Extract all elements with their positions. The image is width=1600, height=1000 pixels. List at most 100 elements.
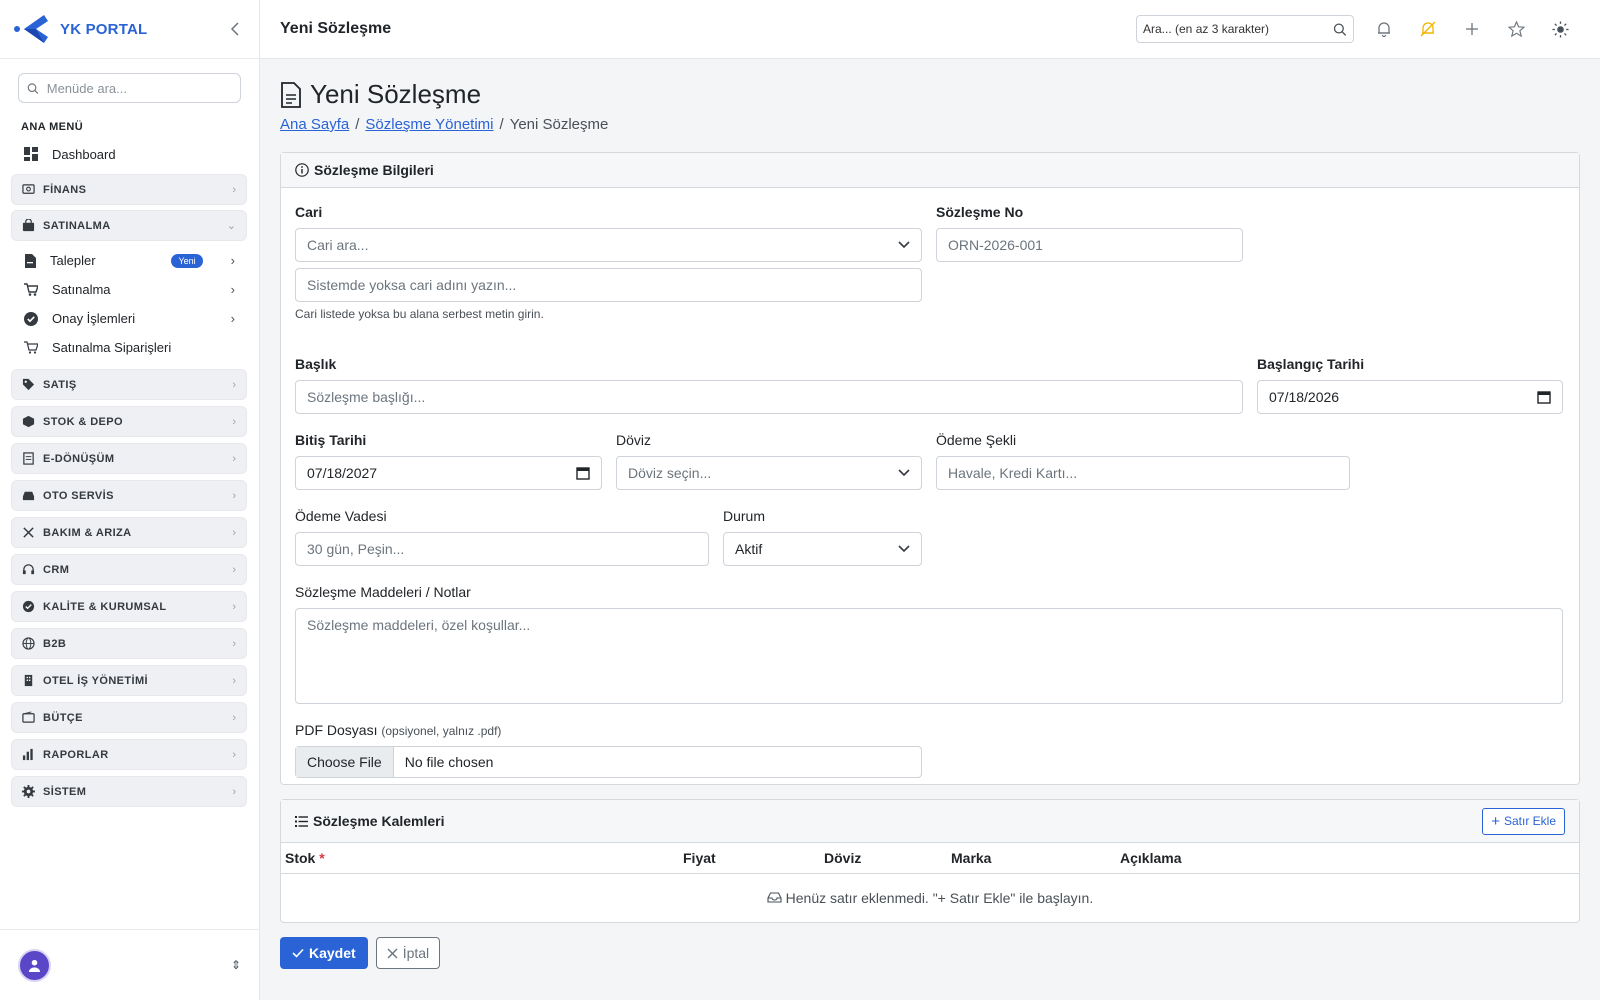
sidebar-group-stok-depo[interactable]: STOK & DEPO › — [11, 406, 247, 437]
chevron-down-icon — [898, 469, 910, 477]
sidebar-group-raporlar[interactable]: RAPORLAR › — [11, 739, 247, 770]
card-title: Sözleşme Kalemleri — [313, 813, 445, 829]
chevron-right-icon: › — [232, 785, 236, 798]
pdf-label-sub: (opsiyonel, yalnız .pdf) — [381, 724, 502, 738]
sidebar-item-siparisler[interactable]: Satınalma Siparişleri — [0, 333, 259, 362]
sidebar-group-b-t-e[interactable]: BÜTÇE › — [11, 702, 247, 733]
bell-icon — [1378, 22, 1390, 37]
required-mark: * — [319, 850, 325, 866]
sidebar-group-si-stem[interactable]: SİSTEM › — [11, 776, 247, 807]
contract-no-placeholder: ORN-2026-001 — [948, 237, 1043, 253]
card-header: Sözleşme Kalemleri + Satır Ekle — [281, 800, 1579, 843]
chevron-right-icon: › — [232, 378, 236, 391]
calendar-icon[interactable] — [576, 466, 590, 480]
calendar-icon[interactable] — [1537, 390, 1551, 404]
menu-search-input[interactable] — [46, 80, 232, 96]
sidebar-group-satinalma[interactable]: SATINALMA ⌄ — [11, 210, 247, 241]
muted-alerts-button[interactable] — [1408, 21, 1448, 37]
sidebar-item-label: Dashboard — [52, 146, 116, 162]
start-date-input[interactable]: 07/18/2026 — [1257, 380, 1563, 414]
search-icon[interactable] — [1333, 22, 1347, 37]
chevron-right-icon: › — [232, 526, 236, 539]
expand-user-menu-icon[interactable]: ⇕ — [231, 958, 241, 972]
chevron-down-icon: ⌄ — [226, 220, 236, 232]
sidebar-group-otel-i-y-neti-mi-[interactable]: OTEL İŞ YÖNETİMİ › — [11, 665, 247, 696]
empty-message: Henüz satır eklenmedi. "+ Satır Ekle" il… — [281, 874, 1579, 923]
cancel-button[interactable]: İptal — [375, 937, 441, 969]
chevron-down-icon — [898, 241, 910, 249]
status-select[interactable]: Aktif — [723, 532, 922, 566]
start-date-field: Başlangıç Tarihi 07/18/2026 — [1257, 356, 1563, 414]
sidebar-item-satinalma[interactable]: Satınalma › — [0, 275, 259, 304]
sidebar-group-finans[interactable]: FİNANS › — [11, 174, 247, 205]
cari-free-text-input[interactable]: Sistemde yoksa cari adını yazın... — [295, 268, 922, 302]
sidebar-item-onay[interactable]: Onay İşlemleri › — [0, 304, 259, 333]
menu-search — [18, 73, 241, 103]
logo-icon — [14, 15, 48, 43]
sidebar-item-label: Onay İşlemleri — [52, 311, 136, 326]
pdf-label: PDF Dosyası (opsiyonel, yalnız .pdf) — [295, 722, 922, 738]
payment-method-label: Ödeme Şekli — [936, 432, 1017, 448]
sidebar-item-talepler[interactable]: Talepler Yeni › — [0, 246, 259, 275]
file-icon — [25, 253, 36, 268]
cari-select[interactable]: Cari ara... — [295, 228, 922, 262]
payment-method-placeholder: Havale, Kredi Kartı... — [948, 465, 1078, 481]
quick-add-button[interactable] — [1452, 22, 1492, 36]
notifications-button[interactable] — [1364, 21, 1404, 37]
payment-method-input[interactable]: Havale, Kredi Kartı... — [936, 456, 1350, 490]
global-search-input[interactable] — [1143, 22, 1330, 36]
add-row-label: Satır Ekle — [1503, 814, 1556, 828]
table-header-row: Stok * Fiyat Döviz Marka Açıklama — [281, 843, 1579, 874]
sidebar-group-kali-te-kurumsal[interactable]: KALİTE & KURUMSAL › — [11, 591, 247, 622]
breadcrumb-separator: / — [355, 116, 360, 133]
file-text-icon — [281, 81, 301, 108]
page-header: Yeni Sözleşme — [280, 79, 1580, 110]
sidebar-group-e-d-n-m[interactable]: E-DÖNÜŞÜM › — [11, 443, 247, 474]
breadcrumb-contracts-link[interactable]: Sözleşme Yönetimi — [365, 116, 493, 133]
payment-term-input[interactable]: 30 gün, Peşin... — [295, 532, 709, 566]
tag-icon — [22, 378, 35, 391]
avatar[interactable] — [18, 948, 51, 982]
notes-label: Sözleşme Maddeleri / Notlar — [295, 584, 471, 600]
title-label: Başlık — [295, 356, 337, 372]
currency-select[interactable]: Döviz seçin... — [616, 456, 922, 490]
sidebar-group-label: STOK & DEPO — [43, 415, 123, 428]
global-search — [1136, 15, 1354, 43]
title-input[interactable]: Sözleşme başlığı... — [295, 380, 1243, 414]
sidebar-group-b2b[interactable]: B2B › — [11, 628, 247, 659]
chevron-right-icon: › — [230, 311, 235, 326]
sidebar-group-oto-servi-s[interactable]: OTO SERVİS › — [11, 480, 247, 511]
end-date-input[interactable]: 07/18/2027 — [295, 456, 602, 490]
save-label: Kaydet — [309, 945, 356, 961]
breadcrumb-home-link[interactable]: Ana Sayfa — [280, 116, 349, 133]
pdf-file-input[interactable]: Choose File No file chosen — [295, 746, 922, 778]
cari-free-placeholder: Sistemde yoksa cari adını yazın... — [307, 277, 517, 293]
sidebar-group-bakim-ariza[interactable]: BAKIM & ARIZA › — [11, 517, 247, 548]
collapse-sidebar-button[interactable] — [225, 19, 245, 39]
add-row-button[interactable]: + Satır Ekle — [1482, 807, 1565, 835]
breadcrumb-current: Yeni Sözleşme — [509, 116, 609, 133]
globe-icon — [22, 637, 35, 650]
notes-textarea[interactable]: Sözleşme maddeleri, özel koşullar... — [295, 608, 1563, 704]
sidebar-group-label: E-DÖNÜŞÜM — [43, 452, 115, 465]
choose-file-button[interactable]: Choose File — [296, 747, 394, 777]
start-date-label: Başlangıç Tarihi — [1257, 356, 1365, 372]
file-status: No file chosen — [404, 754, 494, 770]
theme-toggle-button[interactable] — [1540, 20, 1580, 38]
sidebar-group-crm[interactable]: CRM › — [11, 554, 247, 585]
brand-logo[interactable]: YK PORTAL — [14, 13, 225, 45]
chevron-right-icon: › — [230, 282, 235, 297]
sidebar-item-dashboard[interactable]: Dashboard — [0, 139, 259, 169]
notes-field: Sözleşme Maddeleri / Notlar Sözleşme mad… — [295, 584, 1563, 704]
favorites-button[interactable] — [1496, 21, 1536, 37]
start-date-value: 07/18/2026 — [1269, 389, 1340, 405]
breadcrumb: Ana Sayfa / Sözleşme Yönetimi / Yeni Söz… — [280, 116, 1580, 133]
cari-placeholder: Cari ara... — [307, 237, 369, 253]
bag-icon — [22, 219, 35, 232]
headset-icon — [22, 564, 35, 575]
cart-icon — [24, 283, 38, 296]
save-button[interactable]: Kaydet — [280, 937, 368, 969]
star-icon — [1507, 21, 1525, 37]
contract-no-input[interactable]: ORN-2026-001 — [936, 228, 1243, 262]
sidebar-group-sati-[interactable]: SATIŞ › — [11, 369, 247, 400]
